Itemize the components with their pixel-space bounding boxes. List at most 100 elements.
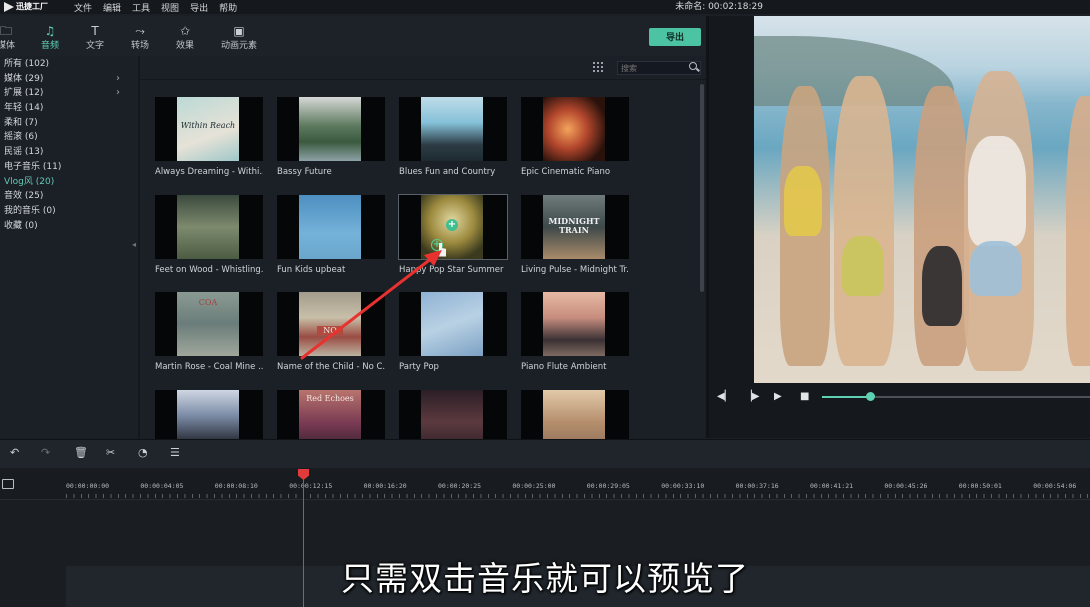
category-item[interactable]: 收藏 (0) bbox=[0, 219, 138, 234]
previous-frame-icon[interactable]: ◀▏ bbox=[717, 391, 732, 402]
category-item[interactable]: 扩展 (12) › bbox=[0, 86, 138, 101]
audio-thumbnail[interactable]: Within Reach bbox=[155, 97, 263, 161]
delete-icon[interactable]: 🗑 bbox=[74, 446, 88, 459]
audio-thumbnail[interactable]: Red Echoes bbox=[277, 389, 385, 439]
menu-edit[interactable]: 编辑 bbox=[103, 1, 121, 14]
audio-thumbnail[interactable]: MIDNIGHT TRAIN bbox=[521, 194, 629, 259]
audio-thumbnail[interactable] bbox=[277, 97, 385, 161]
audio-tile[interactable]: + + Happy Pop Star Summer ... bbox=[398, 193, 508, 275]
audio-tile[interactable] bbox=[399, 389, 507, 439]
grid-view-icon[interactable] bbox=[593, 62, 603, 72]
audio-thumbnail[interactable] bbox=[521, 389, 629, 439]
tab-media[interactable]: 🗀 媒体 bbox=[0, 24, 26, 51]
export-button[interactable]: 导出 bbox=[649, 28, 701, 46]
menu-bar: 迅捷工厂 文件 编辑 工具 视图 导出 帮助 未命名: 00:02:18:29 bbox=[0, 0, 1090, 14]
audio-tile[interactable]: Feet on Wood - Whistling... bbox=[155, 194, 263, 275]
audio-thumbnail[interactable] bbox=[277, 194, 385, 259]
tab-transitions[interactable]: ⤳ 转场 bbox=[120, 24, 160, 51]
audio-tile[interactable]: NO Name of the Child - No C... bbox=[277, 292, 385, 372]
add-track-icon[interactable] bbox=[2, 479, 14, 489]
category-label: 扩展 (12) bbox=[4, 88, 44, 99]
ruler-timestamp: 00:00:25:00 bbox=[512, 482, 556, 490]
menu-view[interactable]: 视图 bbox=[161, 1, 179, 14]
audio-tile[interactable]: COA Martin Rose - Coal Mine ... bbox=[155, 292, 263, 372]
playback-controls bbox=[709, 383, 1090, 438]
album-art bbox=[421, 389, 483, 439]
ruler-timestamp: 00:00:50:01 bbox=[958, 482, 1002, 490]
album-art: MIDNIGHT TRAIN bbox=[543, 194, 605, 259]
audio-thumbnail[interactable] bbox=[521, 292, 629, 356]
category-item[interactable]: 所有 (102) bbox=[0, 57, 138, 72]
add-to-timeline-icon[interactable]: + bbox=[446, 218, 458, 231]
album-art bbox=[543, 389, 605, 439]
redo-icon[interactable]: ↷ bbox=[41, 446, 50, 459]
category-list: 所有 (102) 媒体 (29) › 扩展 (12) › 年轻 (14) 柔和 (7) 摇滚 … bbox=[0, 56, 138, 439]
audio-thumbnail[interactable]: + + bbox=[398, 193, 508, 260]
audio-tile[interactable]: Within Reach Always Dreaming - Withi... bbox=[155, 97, 263, 177]
tab-effects[interactable]: ✩ 效果 bbox=[165, 24, 205, 51]
audio-thumbnail[interactable] bbox=[155, 389, 263, 439]
search-icon[interactable] bbox=[689, 62, 697, 70]
category-item[interactable]: Vlog风 (20) bbox=[0, 175, 138, 190]
audio-title: Always Dreaming - Withi... bbox=[155, 167, 263, 177]
adjust-icon[interactable]: ☰ bbox=[170, 446, 180, 459]
audio-tile[interactable]: Piano Flute Ambient bbox=[521, 292, 629, 372]
tab-elements[interactable]: ▣ 动画元素 bbox=[218, 24, 260, 51]
audio-thumbnail[interactable] bbox=[521, 97, 629, 161]
search-input[interactable] bbox=[617, 61, 701, 75]
speed-icon[interactable]: ◔ bbox=[138, 446, 148, 459]
audio-thumbnail[interactable] bbox=[399, 389, 507, 439]
category-item[interactable]: 我的音乐 (0) bbox=[0, 204, 138, 219]
album-art bbox=[543, 292, 605, 356]
timeline-toolbar bbox=[0, 439, 1090, 468]
tab-label: 音频 bbox=[40, 41, 59, 51]
audio-tile[interactable]: Red Echoes bbox=[277, 389, 385, 439]
audio-tile[interactable] bbox=[521, 389, 629, 439]
audio-thumbnail[interactable] bbox=[399, 292, 507, 356]
category-item[interactable]: 民谣 (13) bbox=[0, 145, 138, 160]
category-label: 年轻 (14) bbox=[4, 103, 44, 114]
category-item[interactable]: 年轻 (14) bbox=[0, 101, 138, 116]
logo-text: 迅捷工厂 bbox=[16, 2, 48, 11]
audio-tile[interactable]: MIDNIGHT TRAIN Living Pulse - Midnight Tr… bbox=[521, 194, 629, 275]
step-forward-icon[interactable]: ▕▶ bbox=[744, 391, 759, 402]
category-item[interactable]: 柔和 (7) bbox=[0, 116, 138, 131]
audio-tile[interactable]: Blues Fun and Country bbox=[399, 97, 507, 177]
audio-tile[interactable]: Fun Kids upbeat bbox=[277, 194, 385, 275]
ruler-timestamp: 00:00:12:15 bbox=[289, 482, 333, 490]
tab-audio[interactable]: ♫ 音频 bbox=[30, 24, 70, 51]
audio-thumbnail[interactable]: NO bbox=[277, 292, 385, 356]
menu-help[interactable]: 帮助 bbox=[219, 1, 237, 14]
audio-thumbnail[interactable]: COA bbox=[155, 292, 263, 356]
menu-file[interactable]: 文件 bbox=[74, 1, 92, 14]
audio-tile[interactable]: Bassy Future bbox=[277, 97, 385, 177]
category-item[interactable]: 媒体 (29) › bbox=[0, 72, 138, 87]
chevron-right-icon[interactable]: › bbox=[116, 72, 120, 87]
category-item[interactable]: 摇滚 (6) bbox=[0, 130, 138, 145]
category-item[interactable]: 电子音乐 (11) bbox=[0, 160, 138, 175]
collapse-panel-icon[interactable]: ◂ bbox=[132, 240, 136, 249]
undo-icon[interactable]: ↶ bbox=[10, 446, 19, 459]
ruler-timestamp: 00:00:00:00 bbox=[66, 482, 110, 490]
audio-thumbnail[interactable] bbox=[399, 97, 507, 161]
play-icon[interactable]: ▶ bbox=[774, 391, 782, 402]
menu-tools[interactable]: 工具 bbox=[132, 1, 150, 14]
audio-tile[interactable]: Epic Cinematic Piano bbox=[521, 97, 629, 177]
cut-icon[interactable]: ✂ bbox=[106, 446, 115, 459]
audio-thumbnail[interactable] bbox=[155, 194, 263, 259]
audio-tile[interactable] bbox=[155, 389, 263, 439]
audio-title: Martin Rose - Coal Mine ... bbox=[155, 362, 263, 372]
album-art bbox=[421, 292, 483, 356]
audio-title: Piano Flute Ambient bbox=[521, 362, 607, 372]
video-figure bbox=[1066, 96, 1090, 366]
preview-divider[interactable] bbox=[706, 16, 709, 438]
library-tabs: 🗀 媒体 ♫ 音频 T 文字 ⤳ 转场 ✩ 效果 ▣ 动画元素 bbox=[0, 16, 706, 56]
tab-label: 媒体 bbox=[0, 41, 15, 51]
chevron-right-icon[interactable]: › bbox=[116, 86, 120, 101]
tab-text[interactable]: T 文字 bbox=[75, 24, 115, 51]
stop-icon[interactable]: ■ bbox=[800, 391, 809, 402]
library-scrollbar[interactable] bbox=[700, 84, 704, 292]
audio-tile[interactable]: Party Pop bbox=[399, 292, 507, 372]
category-item[interactable]: 音效 (25) bbox=[0, 189, 138, 204]
menu-export[interactable]: 导出 bbox=[190, 1, 208, 14]
